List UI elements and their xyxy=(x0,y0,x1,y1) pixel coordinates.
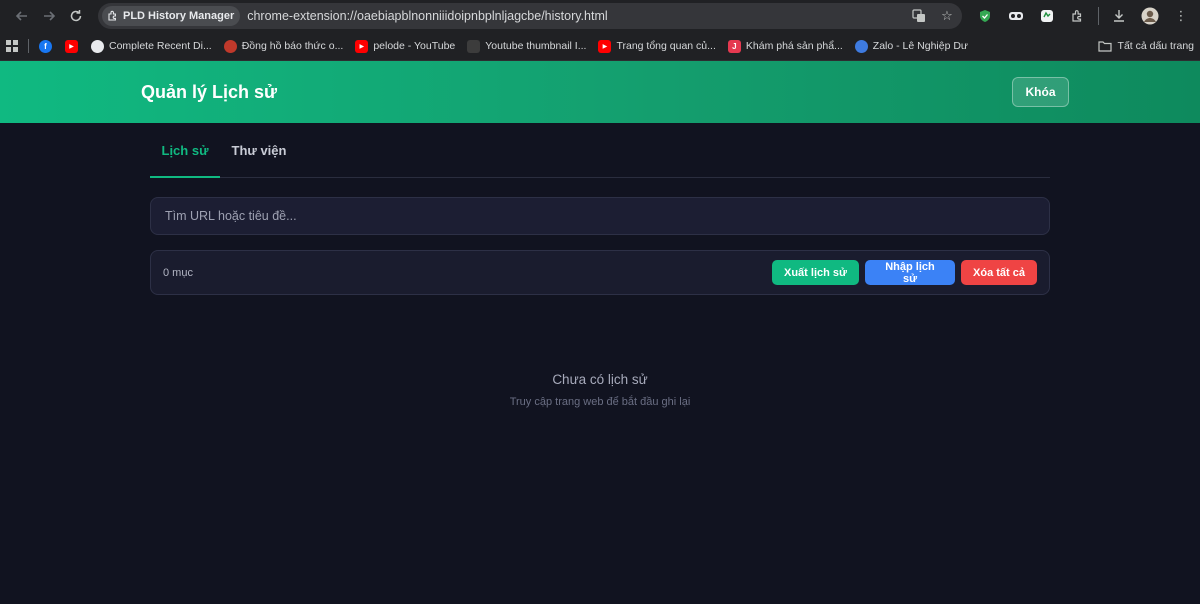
empty-state-title: Chưa có lịch sử xyxy=(552,372,648,387)
puzzle-icon xyxy=(108,10,116,21)
bookmark-label: Zalo - Lê Nghiệp Dư xyxy=(872,40,968,52)
forward-button[interactable] xyxy=(35,2,62,30)
bookmark-item[interactable]: ▶ xyxy=(65,39,83,53)
export-history-button[interactable]: Xuất lịch sử xyxy=(772,260,859,285)
item-count: 0 mục xyxy=(163,266,193,279)
shield-extension-icon[interactable] xyxy=(974,5,996,27)
bookmark-label: pelode - YouTube xyxy=(373,40,456,52)
extension-chip[interactable]: PLD History Manager xyxy=(101,6,241,26)
bookmark-label: Complete Recent Di... xyxy=(109,40,212,52)
bookmark-item[interactable]: Youtube thumbnail I... xyxy=(467,39,587,53)
url-text[interactable]: chrome-extension://oaebiapblnonniiidoipn… xyxy=(247,9,910,23)
all-bookmarks-label: Tất cả dấu trang xyxy=(1117,40,1194,52)
bookmark-label: Khám phá sản phẩ... xyxy=(745,40,843,52)
main-content: Lịch sử Thư viện 0 mục Xuất lịch sử Nhập… xyxy=(150,123,1050,408)
apps-grid-icon xyxy=(6,40,18,52)
toolbar-divider xyxy=(1098,7,1099,25)
empty-state-subtitle: Truy cập trang web để bắt đầu ghi lại xyxy=(509,396,691,408)
bookmark-item[interactable]: Đồng hồ báo thức o... xyxy=(223,39,344,53)
bookmark-star-icon[interactable]: ☆ xyxy=(938,7,956,25)
lock-button[interactable]: Khóa xyxy=(1012,77,1069,107)
profile-avatar[interactable] xyxy=(1139,5,1161,27)
browser-toolbar: PLD History Manager chrome-extension://o… xyxy=(0,0,1200,32)
arrow-left-icon xyxy=(15,11,27,21)
bookmark-label: Trang tổng quan củ... xyxy=(616,40,716,52)
download-icon[interactable] xyxy=(1108,5,1130,27)
tab-history[interactable]: Lịch sử xyxy=(150,123,220,178)
blank-page-icon xyxy=(467,39,481,53)
clear-all-button[interactable]: Xóa tất cả xyxy=(961,260,1037,285)
back-button[interactable] xyxy=(8,2,35,30)
bookmark-item[interactable]: Zalo - Lê Nghiệp Dư xyxy=(854,39,968,53)
extension-chip-label: PLD History Manager xyxy=(122,10,235,22)
bookmark-item[interactable]: ▶ pelode - YouTube xyxy=(355,39,456,53)
github-icon xyxy=(91,39,104,53)
bookmarks-bar: f ▶ Complete Recent Di... Đồng hồ báo thức … xyxy=(0,32,1200,61)
address-bar[interactable]: PLD History Manager chrome-extension://o… xyxy=(97,3,962,29)
green-extension-icon[interactable] xyxy=(1036,5,1058,27)
apps-grid-button[interactable] xyxy=(6,40,18,52)
folder-icon xyxy=(1097,41,1112,52)
menu-kebab-icon[interactable]: ⋮ xyxy=(1170,5,1192,27)
bookmark-item[interactable]: ▶ Trang tổng quan củ... xyxy=(598,39,716,53)
tab-bar: Lịch sử Thư viện xyxy=(150,123,1050,178)
empty-state: Chưa có lịch sử Truy cập trang web để bắ… xyxy=(150,372,1050,408)
arrow-right-icon xyxy=(43,11,56,21)
search-input[interactable] xyxy=(165,209,1035,223)
bookmark-label: Youtube thumbnail I... xyxy=(485,40,587,52)
bookmark-item[interactable]: Complete Recent Di... xyxy=(91,39,212,53)
translate-icon[interactable] xyxy=(910,7,928,25)
tab-library[interactable]: Thư viện xyxy=(224,123,294,177)
j-icon: J xyxy=(727,39,741,53)
alarm-icon xyxy=(223,39,237,53)
bookmark-item[interactable]: f xyxy=(39,39,57,53)
search-box xyxy=(150,197,1050,235)
mask-extension-icon[interactable] xyxy=(1005,5,1027,27)
youtube-icon: ▶ xyxy=(355,39,369,53)
app-header: Quản lý Lịch sử Khóa xyxy=(0,61,1200,123)
bookmark-item[interactable]: J Khám phá sản phẩ... xyxy=(727,39,843,53)
youtube-icon: ▶ xyxy=(65,39,78,53)
extensions-puzzle-icon[interactable] xyxy=(1067,5,1089,27)
reload-icon xyxy=(71,10,82,22)
facebook-icon: f xyxy=(39,39,52,53)
history-toolbar: 0 mục Xuất lịch sử Nhập lịch sử Xóa tất … xyxy=(150,250,1050,295)
page-title: Quản lý Lịch sử xyxy=(141,81,278,102)
zalo-icon xyxy=(854,39,868,53)
youtube-icon: ▶ xyxy=(598,39,612,53)
reload-button[interactable] xyxy=(63,2,90,30)
all-bookmarks-button[interactable]: Tất cả dấu trang xyxy=(1097,40,1194,52)
import-history-button[interactable]: Nhập lịch sử xyxy=(865,260,955,285)
bookmarks-divider xyxy=(28,39,29,53)
bookmark-label: Đồng hồ báo thức o... xyxy=(241,40,344,52)
